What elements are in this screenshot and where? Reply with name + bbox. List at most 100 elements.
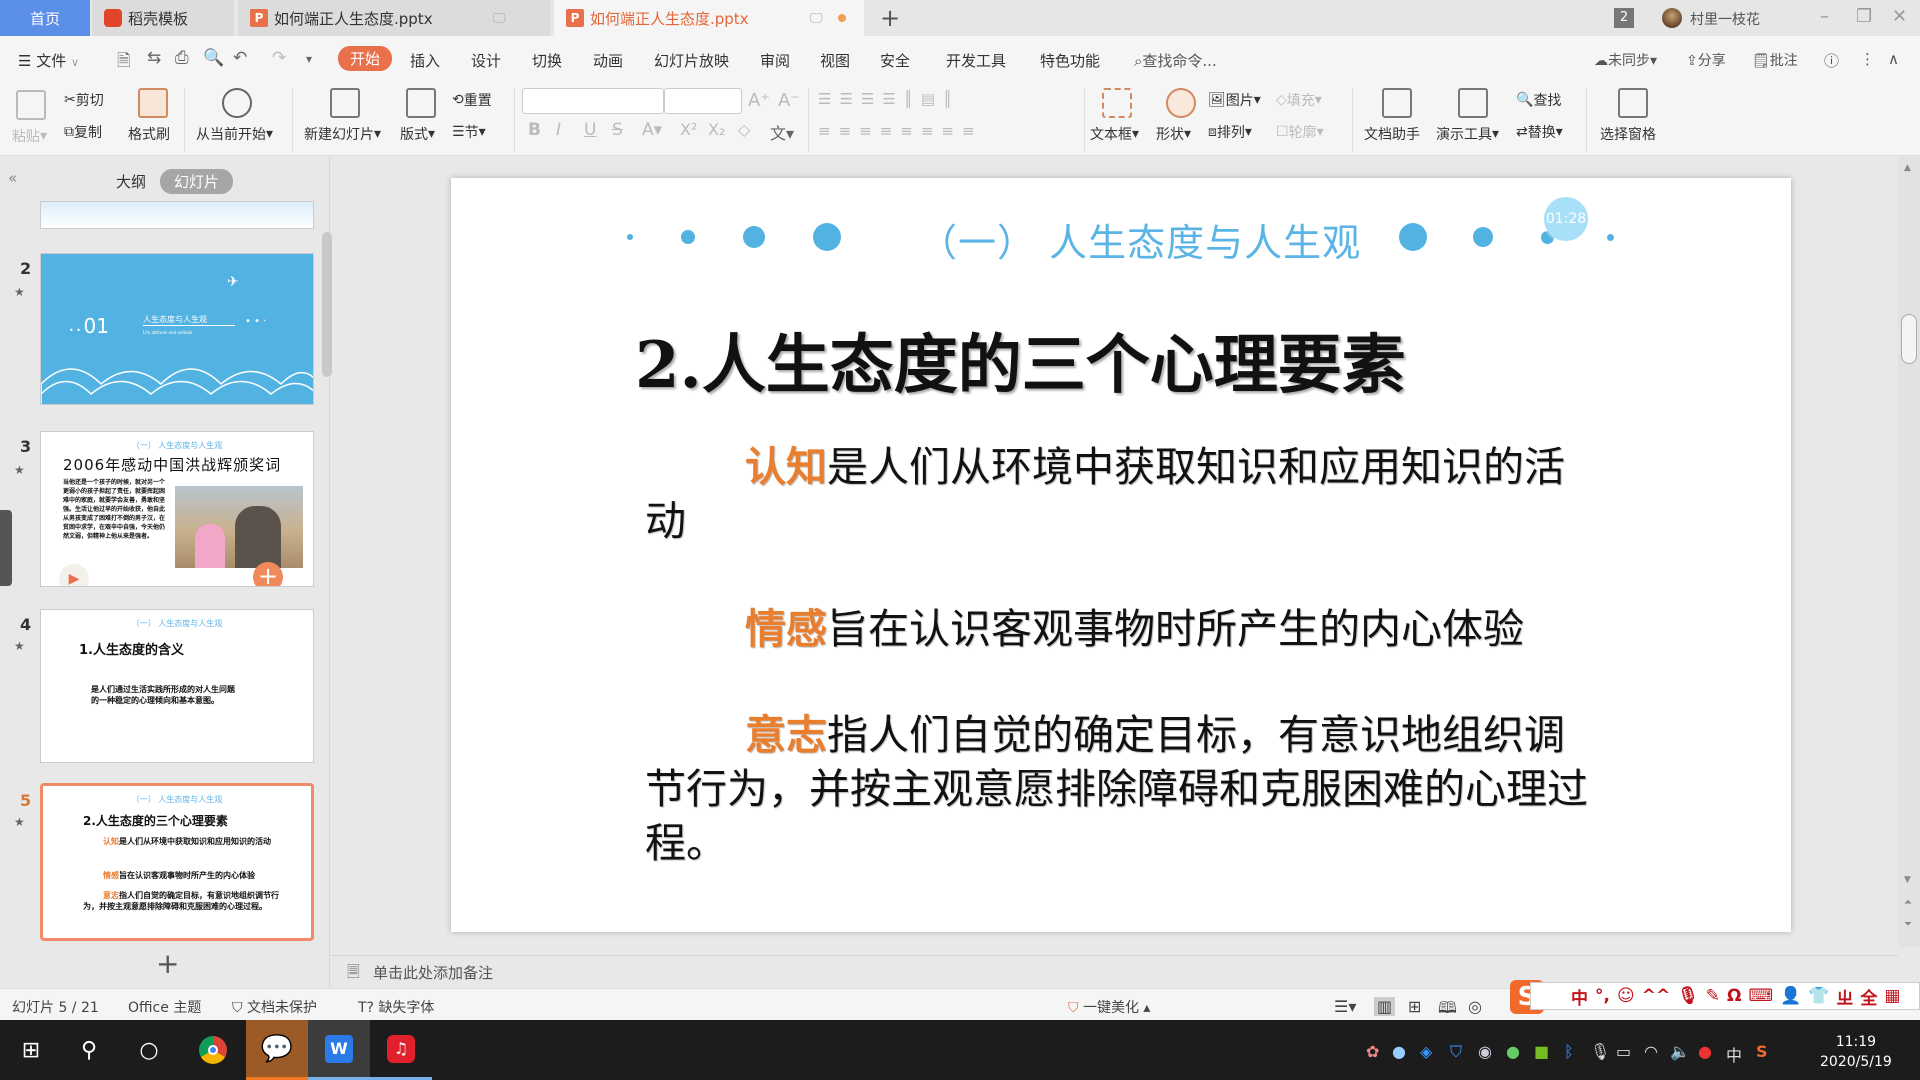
- scroll-up-icon[interactable]: ▲: [1904, 163, 1911, 173]
- missing-fonts[interactable]: T? 缺失字体: [358, 997, 434, 1017]
- restore-button[interactable]: ❐: [1856, 6, 1872, 27]
- format-painter-button[interactable]: 格式刷: [128, 124, 170, 144]
- doc-assistant-button[interactable]: 文档助手: [1364, 124, 1420, 144]
- tray-security-icon[interactable]: ⛉: [1450, 1042, 1462, 1062]
- notes-placeholder[interactable]: 单击此处添加备注: [373, 962, 493, 983]
- recording-timer[interactable]: 01:28: [1544, 197, 1588, 241]
- underline-icon[interactable]: U: [584, 120, 596, 140]
- print-preview-icon[interactable]: 🔍: [203, 48, 224, 68]
- tab-slides[interactable]: 幻灯片: [160, 169, 234, 194]
- menu-tab-animation[interactable]: 动画: [593, 50, 623, 71]
- ime-skin-icon[interactable]: 👕: [1808, 986, 1829, 1006]
- doc-assistant-icon[interactable]: [1382, 88, 1412, 118]
- menu-tab-slideshow[interactable]: 幻灯片放映: [654, 50, 729, 71]
- ime-emoji-icon[interactable]: ☺: [1617, 986, 1635, 1006]
- customize-quickaccess-icon[interactable]: ▾: [306, 52, 312, 66]
- help-icon[interactable]: ⓘ: [1824, 50, 1839, 71]
- tab-docer-templates[interactable]: 稻壳模板: [92, 0, 234, 36]
- editor-vertical-scrollbar[interactable]: ▲ ▼ ⏶ ⏷: [1898, 157, 1920, 947]
- ime-menu-icon[interactable]: ▦: [1884, 986, 1900, 1006]
- italic-icon[interactable]: I: [556, 120, 561, 140]
- user-name[interactable]: 村里一枝花: [1690, 9, 1760, 29]
- tray-wechat-icon[interactable]: ●: [1506, 1042, 1520, 1061]
- sync-button[interactable]: ☁未同步▾: [1594, 50, 1657, 70]
- copy-button[interactable]: ⧉ 复制: [64, 122, 102, 142]
- next-slide-icon[interactable]: ⏷: [1904, 919, 1912, 930]
- ime-fullwidth-icon[interactable]: 全: [1860, 984, 1877, 1009]
- normal-view-icon[interactable]: ▥: [1374, 997, 1396, 1016]
- window-count-badge[interactable]: 2: [1614, 8, 1634, 28]
- cortana-icon[interactable]: ○: [118, 1020, 180, 1080]
- cut-button[interactable]: ✂ 剪切: [64, 90, 104, 110]
- increase-font-icon[interactable]: A⁺: [748, 90, 770, 111]
- file-menu[interactable]: ☰ 文件 ∨: [18, 50, 79, 71]
- slide-section-heading[interactable]: （一） 人生态度与人生观: [919, 212, 1361, 267]
- tray-stack-icon[interactable]: ◈: [1420, 1042, 1432, 1061]
- previous-slide-icon[interactable]: ⏶: [1904, 897, 1912, 908]
- beautify-button[interactable]: ⛉ 一键美化 ▴: [1068, 997, 1150, 1017]
- minimize-button[interactable]: –: [1820, 6, 1829, 27]
- pinyin-icon[interactable]: 文▾: [770, 120, 794, 144]
- paste-button[interactable]: 粘贴 ▾: [12, 126, 47, 146]
- ime-punctuation-icon[interactable]: °,: [1595, 986, 1610, 1006]
- new-tab-button[interactable]: +: [880, 4, 900, 32]
- superscript-icon[interactable]: X²: [680, 120, 697, 139]
- play-icon[interactable]: [222, 88, 252, 118]
- slide-thumbnail-2[interactable]: ✈ • • 01 人生态度与人生观 Life attitude and outl…: [40, 253, 314, 405]
- textbox-icon[interactable]: [1102, 88, 1132, 118]
- add-slide-icon[interactable]: +: [253, 562, 283, 586]
- tray-steam-icon[interactable]: ◉: [1478, 1042, 1492, 1061]
- find-button[interactable]: 🔍 查找: [1516, 90, 1561, 110]
- tray-wifi-icon[interactable]: ◠: [1644, 1042, 1658, 1061]
- ime-voice-icon[interactable]: 🎙: [1677, 986, 1699, 1006]
- font-name-combo[interactable]: [522, 88, 664, 114]
- wechat-icon[interactable]: 💬: [246, 1020, 308, 1080]
- menu-tab-developer[interactable]: 开发工具: [946, 50, 1006, 71]
- reset-button[interactable]: ⟲ 重置: [452, 90, 492, 110]
- clear-format-icon[interactable]: ◇: [738, 120, 750, 139]
- more-icon[interactable]: ⋮: [1860, 50, 1875, 68]
- paragraph-emotion[interactable]: 情感旨在认识客观事物时所产生的内心体验: [645, 602, 1605, 656]
- menu-tab-insert[interactable]: 插入: [410, 50, 440, 71]
- picture-button[interactable]: 🖼 图片 ▾: [1208, 90, 1261, 110]
- add-slide-button[interactable]: +: [156, 947, 179, 980]
- slide-title[interactable]: 2.人生态度的三个心理要素: [635, 314, 1406, 406]
- menu-tab-transition[interactable]: 切换: [532, 50, 562, 71]
- undo-icon[interactable]: ↶: [233, 48, 247, 68]
- command-search[interactable]: ⌕查找命令...: [1134, 50, 1217, 71]
- textbox-button[interactable]: 文本框 ▾: [1090, 124, 1139, 144]
- system-clock[interactable]: 11:19 2020/5/19: [1820, 1032, 1892, 1072]
- ime-mode-chinese[interactable]: 中: [1571, 984, 1588, 1009]
- share-button[interactable]: ⇪分享: [1686, 50, 1726, 70]
- collapse-ribbon-icon[interactable]: ∧: [1888, 50, 1899, 68]
- menu-tab-review[interactable]: 审阅: [760, 50, 790, 71]
- notes-toggle-icon[interactable]: ☰▾: [1334, 997, 1356, 1016]
- ime-emoticon-icon[interactable]: ^^: [1642, 986, 1671, 1006]
- search-icon[interactable]: ⚲: [58, 1020, 120, 1080]
- layout-button[interactable]: 版式 ▾: [400, 124, 435, 144]
- paragraph-cognition[interactable]: 认知是人们从环境中获取知识和应用知识的活动: [645, 440, 1605, 548]
- shape-icon[interactable]: [1166, 88, 1196, 118]
- menu-tab-view[interactable]: 视图: [820, 50, 850, 71]
- avatar[interactable]: [1662, 8, 1682, 28]
- tab-home[interactable]: 首页: [0, 0, 90, 36]
- menu-tab-security[interactable]: 安全: [880, 50, 910, 71]
- slide-thumbnail-5-selected[interactable]: （一） 人生态度与人生观 2.人生态度的三个心理要素 认知是人们从环境中获取知识…: [40, 783, 314, 941]
- floating-volume-widget[interactable]: [0, 510, 12, 586]
- new-slide-button[interactable]: 新建幻灯片 ▾: [304, 124, 381, 144]
- selection-pane-button[interactable]: 选择窗格: [1600, 124, 1656, 144]
- scrollbar-thumb[interactable]: [1901, 314, 1917, 364]
- shape-button[interactable]: 形状 ▾: [1156, 124, 1191, 144]
- fill-button[interactable]: ◇ 填充 ▾: [1276, 90, 1322, 110]
- paragraph-align-icons[interactable]: ≡≡≡≡≡≡≡≡: [818, 122, 983, 140]
- save-icon[interactable]: 🗎: [117, 48, 131, 77]
- tray-cloud-icon[interactable]: ●: [1392, 1042, 1406, 1061]
- bold-icon[interactable]: B: [528, 120, 541, 140]
- selection-pane-icon[interactable]: [1618, 88, 1648, 118]
- new-slide-icon[interactable]: [330, 88, 360, 118]
- ime-keyboard-icon[interactable]: ⌨: [1749, 986, 1774, 1006]
- slide-thumbnail-4[interactable]: （一） 人生态度与人生观 1.人生态度的含义 是人们通过生活实践所形成的对人生问…: [40, 609, 314, 763]
- tray-netease-icon[interactable]: ●: [1698, 1042, 1712, 1061]
- close-button[interactable]: ✕: [1892, 6, 1907, 27]
- tab-document-1[interactable]: P 如何端正人生态度.pptx 🖵: [238, 0, 550, 36]
